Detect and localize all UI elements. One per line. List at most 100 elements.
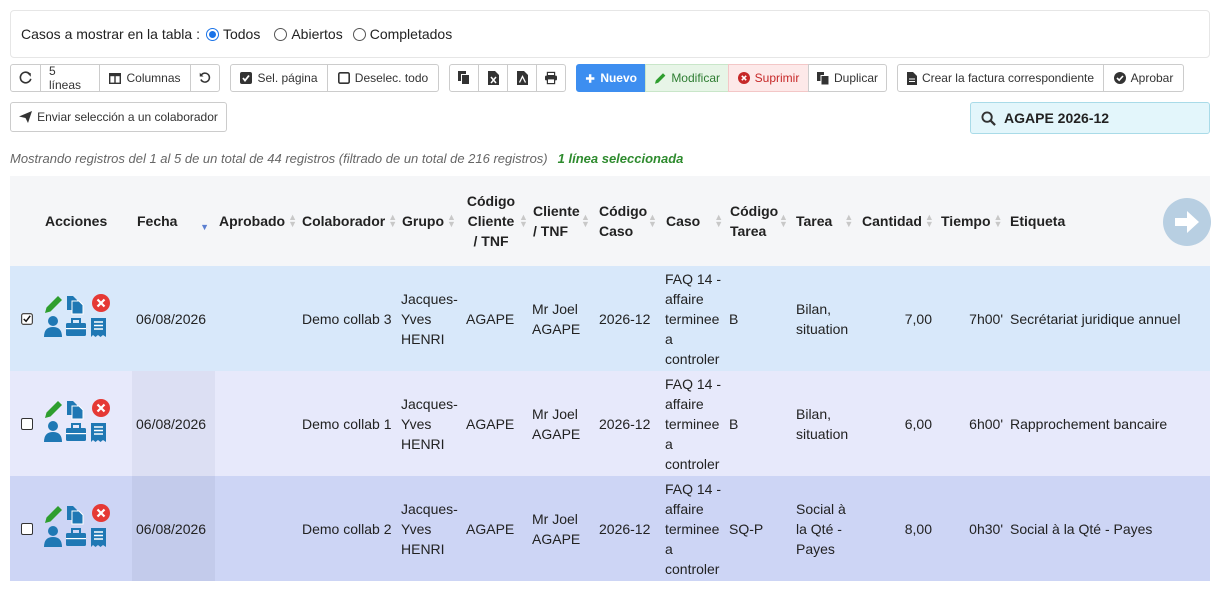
cell-codigo-tarea: B — [729, 310, 739, 327]
sort-icon: ▲ ▼ — [288, 212, 298, 229]
table-row[interactable]: 06/08/2026 Demo collab 3 Jacques-Yves HE… — [10, 266, 1210, 371]
cell-fecha: 06/08/2026 — [136, 310, 207, 327]
columns-button[interactable]: Columnas — [99, 64, 191, 92]
table-header: Acciones Fecha ▼ Aprobado ▲ ▼ Colaborador ▲ ▼… — [10, 176, 1211, 266]
delete-icon[interactable] — [92, 399, 110, 417]
radio-completados[interactable]: Completados — [352, 26, 452, 42]
cell-codigo-cliente: AGAPE — [466, 310, 515, 327]
refresh-icon — [19, 71, 32, 84]
select-page-button[interactable]: Sel. página — [230, 64, 328, 92]
invoice-icon[interactable] — [91, 528, 106, 547]
cell-cliente: Mr Joel AGAPE — [532, 300, 581, 337]
excel-button[interactable] — [478, 64, 508, 92]
approve-button[interactable]: Aprobar — [1103, 64, 1184, 92]
plus-icon — [585, 73, 595, 83]
briefcase-icon[interactable] — [66, 318, 86, 336]
user-icon[interactable] — [44, 526, 62, 547]
delete-button[interactable]: Suprimir — [728, 64, 809, 92]
col-tarea[interactable]: Tarea ▲ ▼ — [796, 176, 854, 266]
cell-caso: FAQ 14 - affaire terminee a controler — [665, 375, 722, 472]
edit-icon[interactable] — [45, 401, 62, 418]
sort-icon: ▲ ▼ — [388, 212, 398, 229]
page-length-button[interactable]: 5 líneas — [40, 64, 100, 92]
search-input[interactable]: AGAPE 2026-12 — [970, 102, 1210, 134]
briefcase-icon[interactable] — [66, 528, 86, 546]
col-codigo-tarea[interactable]: Código Tarea ▲ ▼ — [730, 176, 788, 266]
col-codigo-caso[interactable]: Código Caso ▲ ▼ — [599, 176, 657, 266]
pdf-button[interactable] — [507, 64, 537, 92]
columns-icon — [109, 72, 122, 84]
print-button[interactable] — [536, 64, 566, 92]
col-etiqueta[interactable]: Etiqueta — [1010, 176, 1065, 266]
row-checkbox[interactable] — [21, 523, 33, 535]
user-icon[interactable] — [44, 421, 62, 442]
cell-tarea: Bilan, situation — [796, 405, 849, 442]
row-checkbox[interactable] — [21, 313, 33, 325]
briefcase-icon[interactable] — [66, 423, 86, 441]
new-button[interactable]: Nuevo — [576, 64, 646, 92]
radio-dot[interactable] — [205, 27, 219, 41]
col-grupo[interactable]: Grupo ▲ ▼ — [402, 176, 456, 266]
cell-etiqueta: Rapprochement bancaire — [1010, 415, 1168, 432]
refresh-button[interactable] — [10, 64, 41, 92]
cell-caso: FAQ 14 - affaire terminee a controler — [665, 480, 722, 577]
invoice-icon[interactable] — [91, 318, 106, 337]
user-icon[interactable] — [44, 316, 62, 337]
duplicate-icon — [817, 71, 829, 85]
cell-tarea: Bilan, situation — [796, 300, 849, 337]
checkbox-checked-icon — [240, 72, 253, 84]
table-row[interactable]: 06/08/2026 Demo collab 1 Jacques-Yves HE… — [10, 371, 1210, 476]
row-actions — [42, 398, 112, 445]
radio-todos[interactable]: Todos — [205, 26, 260, 42]
col-colaborador[interactable]: Colaborador ▲ ▼ — [302, 176, 398, 266]
file-icon — [906, 71, 917, 85]
col-caso[interactable]: Caso ▲ ▼ — [666, 176, 724, 266]
copy-file-icon[interactable] — [67, 296, 84, 315]
send-to-collaborator-button[interactable]: Enviar selección a un colaborador — [10, 102, 227, 132]
col-cantidad[interactable]: Cantidad ▲ ▼ — [862, 176, 934, 266]
cell-cantidad: 7,00 — [904, 310, 932, 327]
search-value: AGAPE 2026-12 — [1004, 110, 1110, 126]
cell-colaborador: Demo collab 1 — [302, 415, 392, 432]
pdf-icon — [516, 71, 528, 85]
check-circle-icon — [1113, 72, 1126, 84]
col-fecha[interactable]: Fecha ▼ — [137, 176, 213, 266]
radio-dot[interactable] — [352, 27, 366, 41]
duplicate-button[interactable]: Duplicar — [808, 64, 887, 92]
reset-button[interactable] — [190, 64, 220, 92]
cell-tiempo: 7h00' — [969, 310, 1003, 327]
edit-icon[interactable] — [45, 296, 62, 313]
row-checkbox[interactable] — [21, 418, 33, 430]
delete-icon[interactable] — [92, 504, 110, 522]
radio-dot[interactable] — [274, 27, 288, 41]
copy-file-icon[interactable] — [67, 506, 84, 525]
sort-icon: ▲ ▼ — [993, 212, 1003, 229]
col-tiempo[interactable]: Tiempo ▲ ▼ — [941, 176, 1003, 266]
invoice-icon[interactable] — [91, 423, 106, 442]
case-filter: Casos a mostrar en la tabla : Todos Abie… — [10, 10, 1210, 58]
col-aprobado[interactable]: Aprobado ▲ ▼ — [219, 176, 298, 266]
print-icon — [545, 71, 557, 85]
cell-codigo-caso: 2026-12 — [599, 310, 651, 327]
copy-file-icon[interactable] — [67, 401, 84, 420]
sort-icon: ▲ ▼ — [519, 212, 528, 229]
delete-icon[interactable] — [92, 294, 110, 312]
deselect-all-button[interactable]: Deselec. todo — [327, 64, 439, 92]
undo-icon — [199, 72, 211, 83]
create-invoice-button[interactable]: Crear la factura correspondiente — [897, 64, 1104, 92]
edit-icon[interactable] — [45, 506, 62, 523]
sort-icon: ▲ ▼ — [714, 212, 724, 229]
col-cliente[interactable]: Cliente / TNF ▲ ▼ — [533, 176, 590, 266]
cell-fecha: 06/08/2026 — [136, 415, 207, 432]
table-row[interactable]: 06/08/2026 Demo collab 2 Jacques-Yves HE… — [10, 476, 1210, 581]
cell-codigo-caso: 2026-12 — [599, 520, 651, 537]
modify-button[interactable]: Modificar — [645, 64, 729, 92]
copy-icon — [458, 71, 470, 85]
sort-icon: ▲ ▼ — [844, 212, 854, 229]
copy-button[interactable] — [449, 64, 479, 92]
cell-codigo-caso: 2026-12 — [599, 415, 651, 432]
col-codigo-cliente[interactable]: Código Cliente / TNF ▲ ▼ — [466, 176, 534, 266]
scroll-next-button[interactable] — [1163, 198, 1211, 246]
radio-abiertos[interactable]: Abiertos — [274, 26, 343, 42]
cell-etiqueta: Social à la Qté - Payes — [1010, 520, 1153, 537]
